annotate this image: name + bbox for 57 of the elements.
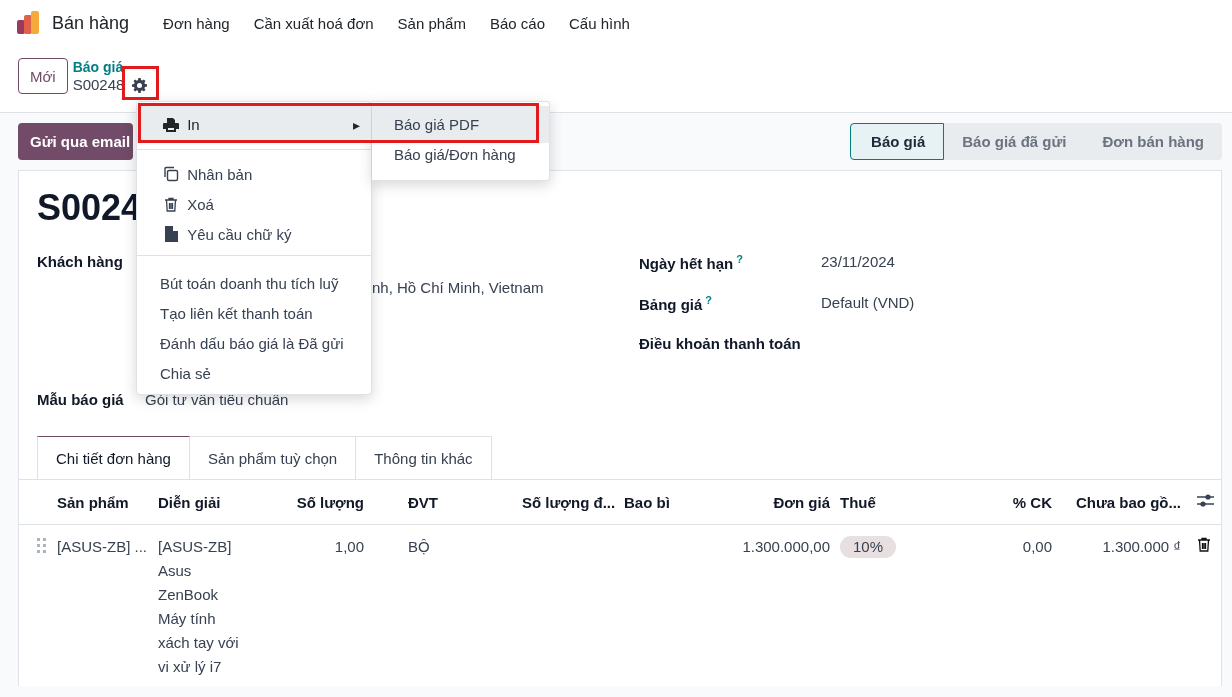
tax-badge: 10% <box>840 536 897 558</box>
column-header[interactable]: Chưa bao gồ... <box>1075 493 1181 511</box>
table-cell: 1.300.000,00 <box>742 538 830 555</box>
field-label: Khách hàng <box>37 253 124 270</box>
field-value: Default (VND) <box>821 294 916 311</box>
column-header[interactable]: Diễn giải <box>158 493 221 511</box>
app-name[interactable]: Bán hàng <box>52 12 130 34</box>
field-value: nh, Hồ Chí Minh, Vietnam <box>372 279 545 296</box>
menu-item[interactable]: Cấu hình <box>557 14 642 32</box>
new-button[interactable]: Mới <box>18 58 68 94</box>
app-logo[interactable] <box>16 11 40 35</box>
settings-icon <box>132 77 148 93</box>
field-label: Mẫu báo giá <box>37 391 125 408</box>
table-cell: 1.300.000 ₫ <box>1102 538 1181 555</box>
printer-icon <box>163 117 179 132</box>
status-stage[interactable]: Báo giá <box>850 123 945 160</box>
column-header[interactable]: Đơn giá <box>773 493 830 511</box>
record-name: S00248 <box>72 76 125 94</box>
submenu-item[interactable]: Báo giá/Đơn hàng <box>372 143 549 172</box>
actions-gear-button[interactable] <box>130 75 150 95</box>
column-header[interactable]: Bao bì <box>624 493 670 511</box>
table-cell: [ASUS-ZB] Asus ZenBook Máy tính xách tay với vi xử lý i7 <box>158 538 239 675</box>
column-header[interactable]: Số lượng <box>296 493 364 511</box>
field-label: Bảng giá $^{?}$ <box>639 294 714 313</box>
column-header[interactable]: Số lượng đ... <box>522 493 616 511</box>
menu-item[interactable]: Bút toán doanh thu tích luỹ <box>137 268 371 298</box>
menu-item[interactable]: Đánh dấu báo giá là Đã gửi <box>137 328 371 358</box>
send-email-button[interactable]: Gửi qua email <box>18 123 134 160</box>
table-cell: [ASUS-ZB] ... <box>57 538 147 555</box>
column-header[interactable]: % CK <box>1012 493 1052 511</box>
form-tab[interactable]: Chi tiết đơn hàng <box>37 436 190 479</box>
drag-handle-icon[interactable] <box>37 538 47 554</box>
caret-icon: ▸ <box>353 116 360 133</box>
menu-item[interactable]: Sản phẩm <box>385 14 478 32</box>
column-header[interactable]: Thuế <box>840 493 876 511</box>
table-cell: 0,00 <box>1022 538 1052 555</box>
field-label: Điều khoản thanh toán <box>639 335 802 352</box>
column-header[interactable]: ĐVT <box>408 493 438 511</box>
table-cell: 1,00 <box>334 538 364 555</box>
menu-item[interactable]: Cần xuất hoá đơn <box>241 14 386 32</box>
delete-icon[interactable] <box>1197 537 1211 552</box>
field-value: Gói tư vấn tiêu chuẩn <box>145 391 290 408</box>
field-label: Ngày hết hạn $^{?}$ <box>639 253 744 272</box>
breadcrumb-link[interactable]: Báo giá <box>72 57 150 76</box>
copy-icon <box>163 166 179 182</box>
menu-item[interactable]: Nhân bản <box>137 159 371 189</box>
menu-item[interactable]: Tạo liên kết thanh toán <box>137 298 371 328</box>
menu-item[interactable]: Báo cáo <box>477 14 557 32</box>
column-header[interactable]: Sản phẩm <box>57 493 129 511</box>
form-tab[interactable]: Thông tin khác <box>355 436 492 479</box>
trash-icon <box>164 196 178 212</box>
table-cell: BỘ <box>408 538 430 555</box>
menu-item[interactable]: Đơn hàng <box>151 14 242 32</box>
column-settings-icon[interactable] <box>1197 493 1214 508</box>
document-icon <box>164 226 178 242</box>
field-value: 23/11/2024 <box>821 253 896 270</box>
menu-item[interactable]: Chia sẻ <box>137 358 371 388</box>
